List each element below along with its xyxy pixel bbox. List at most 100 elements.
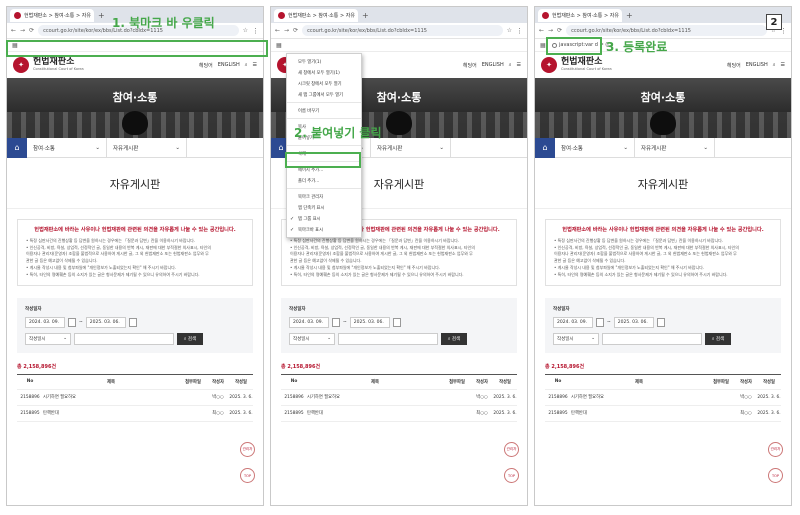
browser-tab[interactable]: 헌법재판소 > 참여·소통 > 자유 × bbox=[10, 8, 94, 22]
header-links: 헤딩어 ENGLISH ⌕ ☰ bbox=[727, 62, 785, 69]
lang-link-en[interactable]: ENGLISH bbox=[482, 62, 504, 68]
search-button[interactable]: ⌕ 검색 bbox=[441, 332, 467, 345]
lang-link-en[interactable]: ENGLISH bbox=[218, 62, 240, 68]
address-bar[interactable]: ccourt.go.kr/site/kor/ex/bbs/List.do?cbI… bbox=[566, 25, 767, 36]
ctx-bookmark-manager[interactable]: 북마크 관리자 bbox=[287, 191, 361, 202]
lang-link-ko[interactable]: 헤딩어 bbox=[727, 62, 741, 69]
date-from-input[interactable]: 2024. 03. 09. bbox=[289, 316, 329, 328]
lang-link-ko[interactable]: 헤딩어 bbox=[199, 62, 213, 69]
ctx-show-tab-groups[interactable]: 탭 그룹 표시 bbox=[287, 213, 361, 224]
search-icon[interactable]: ⌕ bbox=[773, 62, 776, 68]
home-icon[interactable]: ⌂ bbox=[7, 137, 27, 158]
breadcrumb-level-2[interactable]: 자유게시판 ⌄ bbox=[635, 138, 715, 157]
calendar-icon[interactable] bbox=[128, 317, 137, 327]
search-date-label: 작성일자 bbox=[553, 306, 570, 312]
calendar-icon[interactable] bbox=[332, 317, 340, 327]
breadcrumb-level-2[interactable]: 자유게시판 ⌄ bbox=[371, 138, 451, 157]
date-to-input[interactable]: 2025. 03. 06. bbox=[613, 316, 654, 328]
browser-tab[interactable]: 헌법재판소 > 참여·소통 > 자유 × bbox=[538, 8, 622, 22]
menu-icon[interactable]: ☰ bbox=[517, 62, 521, 68]
calendar-icon[interactable] bbox=[68, 317, 76, 327]
row-title-link[interactable]: 시기하면 필요하요 bbox=[43, 394, 179, 400]
row-title-link[interactable]: 탄핵반대 bbox=[43, 410, 179, 416]
site-logo[interactable]: 헌법재판소 Constitutional Court of Korea bbox=[561, 58, 612, 72]
star-icon[interactable]: ☆ bbox=[243, 27, 248, 34]
admin-float-button[interactable]: 관리자 bbox=[240, 442, 255, 457]
apps-grid-icon[interactable]: ▦ bbox=[540, 42, 546, 49]
back-icon[interactable]: ← bbox=[539, 27, 544, 34]
calendar-icon[interactable] bbox=[596, 317, 604, 327]
table-row[interactable]: 2158896 시기하면 필요하요 박○○ 2025. 3. 6. bbox=[545, 390, 781, 406]
row-title-link[interactable]: 탄핵반대 bbox=[307, 410, 443, 416]
top-float-button[interactable]: TOP bbox=[768, 468, 783, 483]
search-icon[interactable]: ⌕ bbox=[509, 62, 512, 68]
bookmark-bar[interactable]: ▦ bbox=[271, 39, 527, 52]
search-icon[interactable]: ⌕ bbox=[245, 62, 248, 68]
home-icon[interactable]: ⌂ bbox=[535, 137, 555, 158]
calendar-icon[interactable] bbox=[656, 317, 665, 327]
table-row[interactable]: 2158895 탄핵반대 최○○ 2025. 3. 6. bbox=[281, 406, 517, 422]
ctx-open-incognito[interactable]: 시크릿 창에서 모두 열기 bbox=[287, 78, 361, 89]
court-emblem-icon[interactable]: ✦ bbox=[541, 57, 557, 73]
notice-line: • 게시물 작성시 내용 및 첨부파일에 "개인정보가 노출되었는지 확인" 해… bbox=[26, 265, 177, 271]
lang-link-ko[interactable]: 헤딩어 bbox=[463, 62, 477, 69]
ctx-open-tab-group[interactable]: 새 탭 그룹에서 모두 열기 bbox=[287, 89, 361, 100]
breadcrumb-level-2[interactable]: 자유게시판 ⌄ bbox=[107, 138, 187, 157]
search-input[interactable] bbox=[602, 332, 702, 345]
row-title-link[interactable]: 탄핵반대 bbox=[571, 410, 707, 416]
row-title-link[interactable]: 시기하면 필요하요 bbox=[571, 394, 707, 400]
date-to-input[interactable]: 2025. 03. 06. bbox=[349, 316, 390, 328]
forward-icon[interactable]: → bbox=[20, 27, 25, 34]
reload-icon[interactable]: ⟳ bbox=[557, 27, 562, 34]
reload-icon[interactable]: ⟳ bbox=[293, 27, 298, 34]
reload-icon[interactable]: ⟳ bbox=[29, 27, 34, 34]
new-tab-button[interactable]: + bbox=[626, 11, 633, 20]
site-logo[interactable]: 헌법재판소 Constitutional Court of Korea bbox=[33, 58, 84, 72]
court-emblem-icon[interactable]: ✦ bbox=[13, 57, 29, 73]
search-button[interactable]: ⌕ 검색 bbox=[705, 332, 731, 345]
forward-icon[interactable]: → bbox=[284, 27, 289, 34]
admin-float-button[interactable]: 관리자 bbox=[768, 442, 783, 457]
menu-dots-icon[interactable]: ⋮ bbox=[252, 27, 259, 35]
date-to-input[interactable]: 2025. 03. 06. bbox=[85, 316, 126, 328]
menu-icon[interactable]: ☰ bbox=[253, 62, 257, 68]
search-input[interactable] bbox=[74, 332, 174, 345]
breadcrumb-level-1[interactable]: 참여·소통 ⌄ bbox=[555, 138, 635, 157]
table-row[interactable]: 2158896 시기하면 필요하요 박○○ 2025. 3. 6. bbox=[17, 390, 253, 406]
top-float-button[interactable]: TOP bbox=[504, 468, 519, 483]
ctx-show-bookmark-bar[interactable]: 북마크바 표시 bbox=[287, 224, 361, 235]
search-field-select[interactable]: 작성일시 ⌄ bbox=[25, 332, 71, 345]
browser-tab[interactable]: 헌법재판소 > 참여·소통 > 자유 × bbox=[274, 8, 358, 22]
table-row[interactable]: 2158895 탄핵반대 최○○ 2025. 3. 6. bbox=[545, 406, 781, 422]
ctx-open-all[interactable]: 모두 열기(1) bbox=[287, 56, 361, 67]
menu-dots-icon[interactable]: ⋮ bbox=[516, 27, 523, 35]
new-tab-button[interactable]: + bbox=[98, 11, 105, 20]
search-field-select[interactable]: 작성일시 ⌄ bbox=[553, 332, 599, 345]
ctx-show-apps[interactable]: 앱 단축키 표시 bbox=[287, 202, 361, 213]
table-row[interactable]: 2158895 탄핵반대 최○○ 2025. 3. 6. bbox=[17, 406, 253, 422]
row-title-link[interactable]: 시기하면 필요하요 bbox=[307, 394, 443, 400]
header-links: 헤딩어 ENGLISH ⌕ ☰ bbox=[463, 62, 521, 69]
new-tab-button[interactable]: + bbox=[362, 11, 369, 20]
date-from-input[interactable]: 2024. 03. 09. bbox=[553, 316, 593, 328]
ctx-rename[interactable]: 이름 바꾸기 bbox=[287, 105, 361, 116]
date-from-input[interactable]: 2024. 03. 09. bbox=[25, 316, 65, 328]
search-button[interactable]: ⌕ 검색 bbox=[177, 332, 203, 345]
star-icon[interactable]: ☆ bbox=[507, 27, 512, 34]
table-row[interactable]: 2158896 시기하면 필요하요 박○○ 2025. 3. 6. bbox=[281, 390, 517, 406]
address-bar[interactable]: ccourt.go.kr/site/kor/ex/bbs/List.do?cbI… bbox=[302, 25, 503, 36]
search-input[interactable] bbox=[338, 332, 438, 345]
apps-grid-icon[interactable]: ▦ bbox=[276, 42, 282, 49]
lang-link-en[interactable]: ENGLISH bbox=[746, 62, 768, 68]
calendar-icon[interactable] bbox=[392, 317, 401, 327]
menu-icon[interactable]: ☰ bbox=[781, 62, 785, 68]
ctx-add-folder[interactable]: 폴더 추가... bbox=[287, 175, 361, 186]
search-field-select[interactable]: 작성일시 ⌄ bbox=[289, 332, 335, 345]
forward-icon[interactable]: → bbox=[548, 27, 553, 34]
ctx-open-new-window[interactable]: 새 창에서 모두 열기(1) bbox=[287, 67, 361, 78]
breadcrumb-level-1[interactable]: 참여·소통 ⌄ bbox=[27, 138, 107, 157]
back-icon[interactable]: ← bbox=[11, 27, 16, 34]
top-float-button[interactable]: TOP bbox=[240, 468, 255, 483]
back-icon[interactable]: ← bbox=[275, 27, 280, 34]
admin-float-button[interactable]: 관리자 bbox=[504, 442, 519, 457]
